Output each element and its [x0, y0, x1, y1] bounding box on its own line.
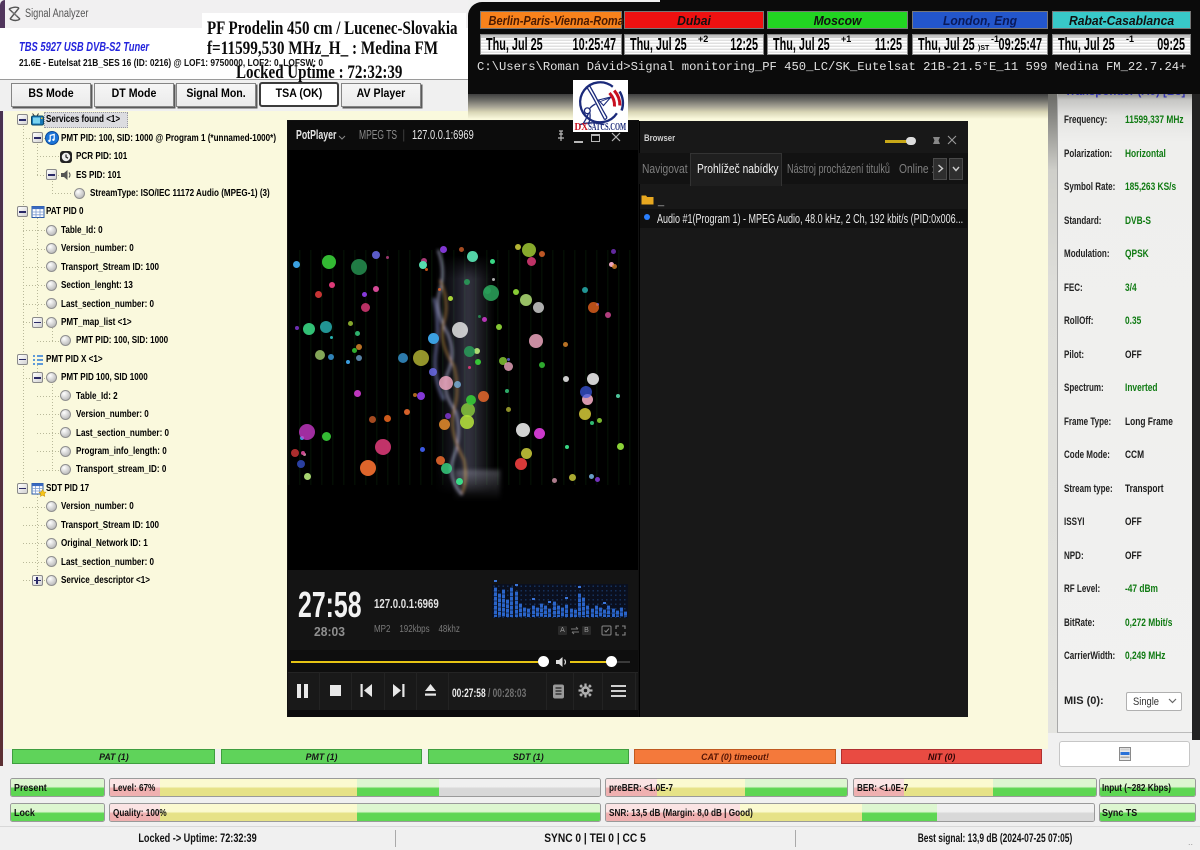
svg-text:SATCS.COM: SATCS.COM	[588, 122, 626, 133]
svg-text:DX: DX	[575, 122, 589, 133]
